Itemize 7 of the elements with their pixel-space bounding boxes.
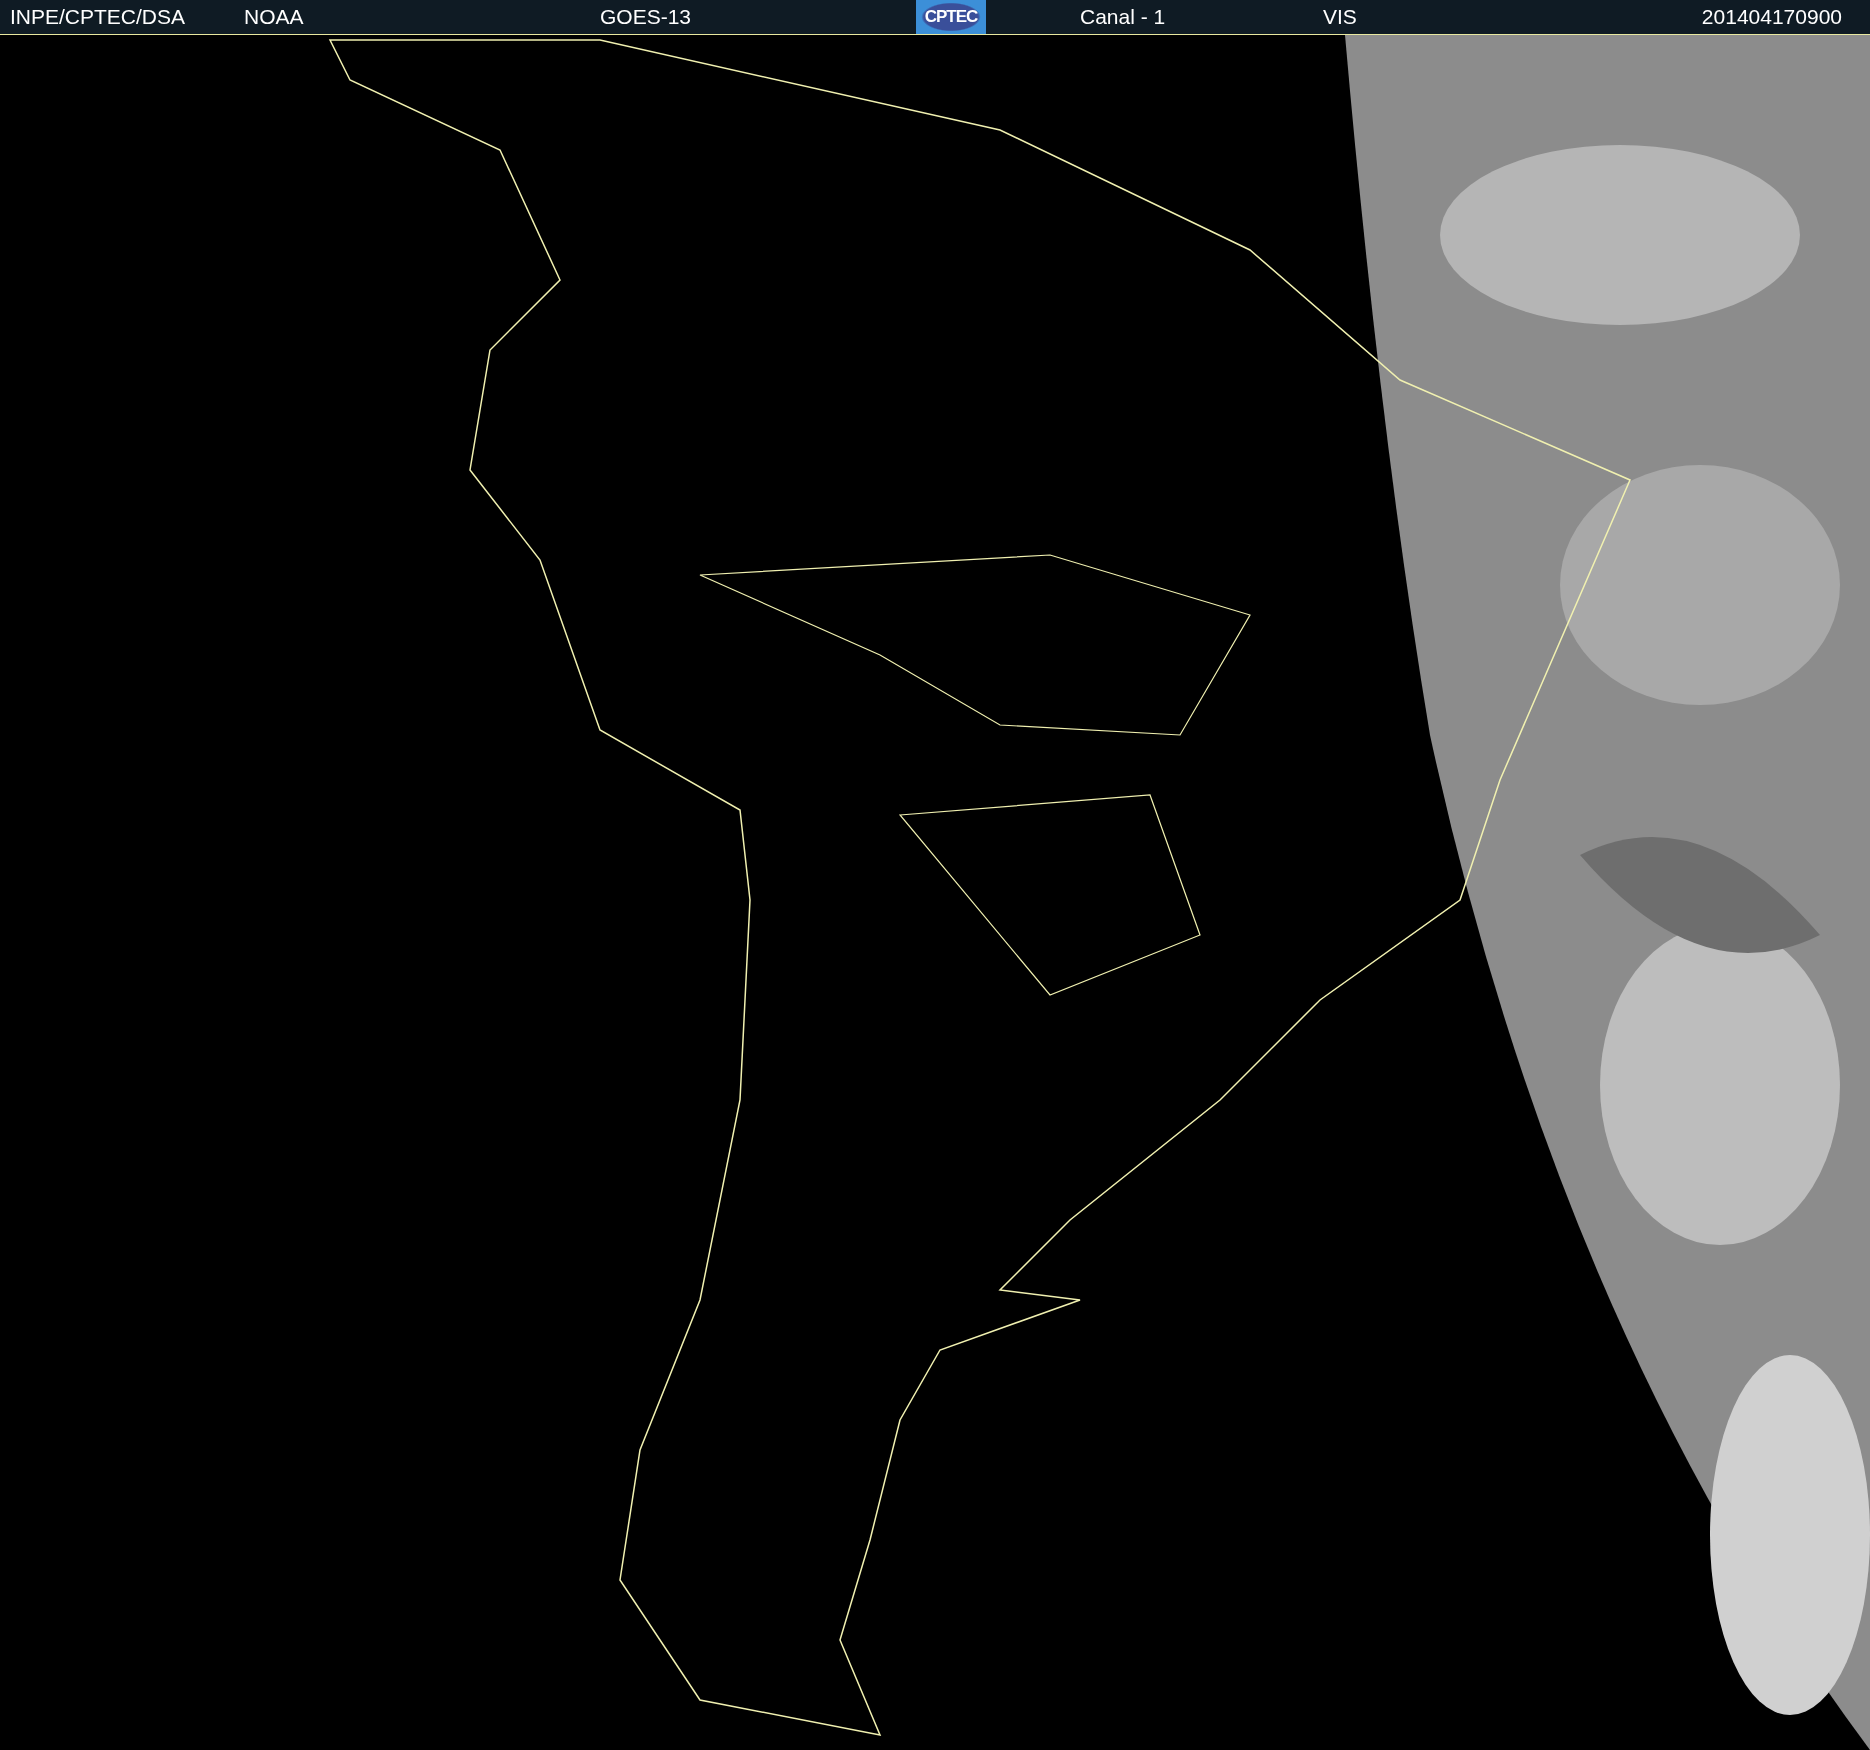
header-label: GOES-13 bbox=[600, 5, 692, 29]
header-label: 201404170900 bbox=[1701, 5, 1842, 29]
header-label: VIS bbox=[1323, 5, 1357, 29]
header-label: Canal - 1 bbox=[1080, 5, 1166, 29]
header-label: NOAA bbox=[244, 5, 304, 29]
logo: CPTEC bbox=[916, 0, 986, 34]
header-label: INPE/CPTEC/DSA bbox=[10, 5, 186, 29]
